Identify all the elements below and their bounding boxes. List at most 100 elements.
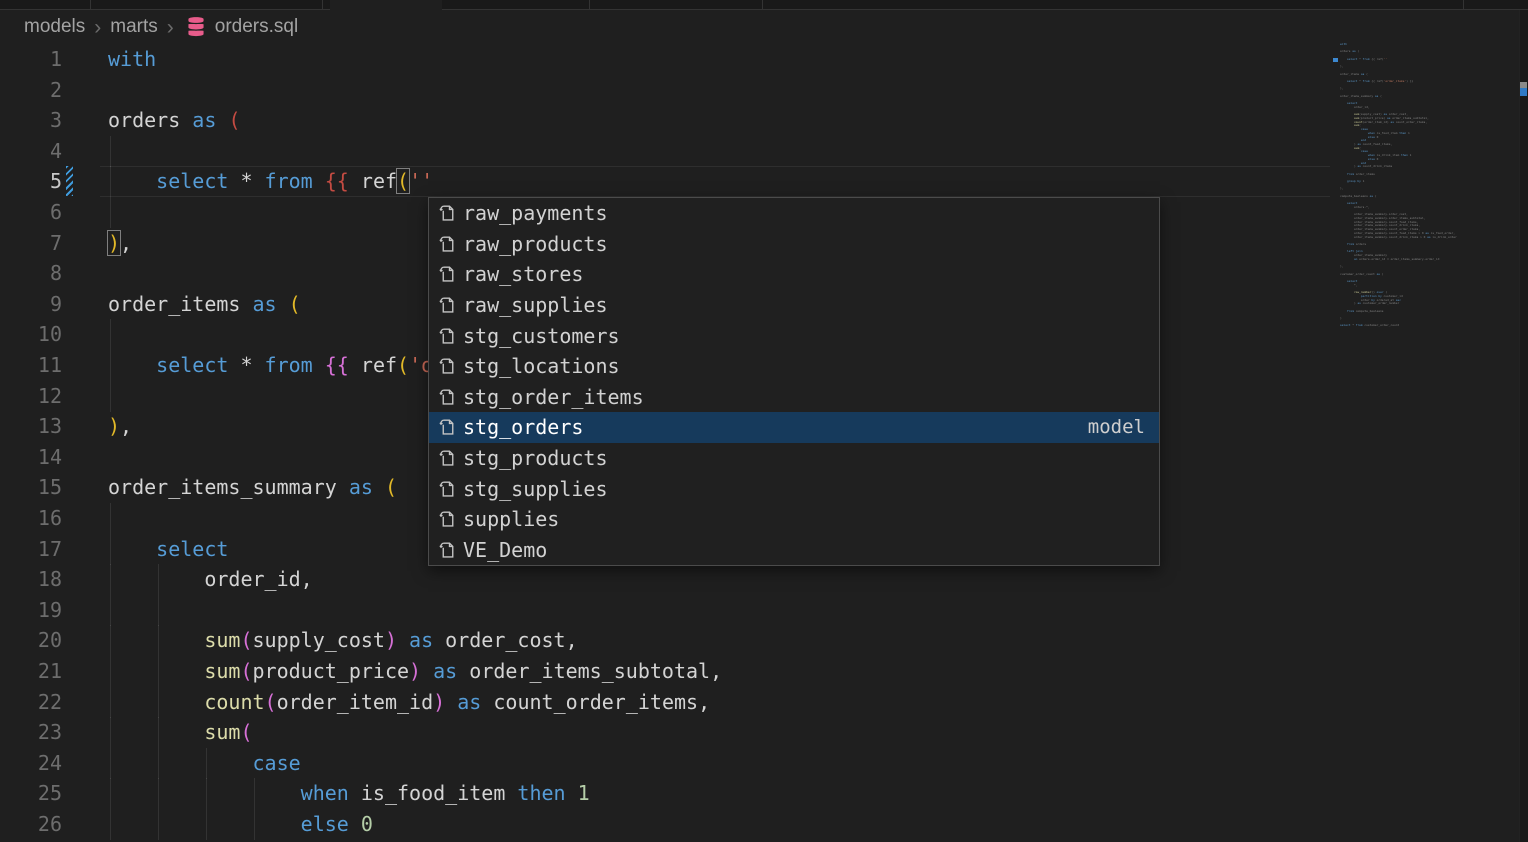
line-number: 10: [0, 319, 62, 350]
line-number: 19: [0, 595, 62, 626]
suggestion-item[interactable]: stg_supplies: [429, 473, 1159, 504]
line-number: 23: [0, 717, 62, 748]
code-line[interactable]: 24 case: [0, 748, 1528, 779]
line-number: 9: [0, 289, 62, 320]
indent-guide: [110, 319, 111, 350]
code-text: order_items as (: [108, 289, 301, 320]
indent-guide: [110, 197, 111, 228]
code-line[interactable]: 1 with: [0, 44, 1528, 75]
overview-ruler[interactable]: [1519, 10, 1528, 842]
code-text: with: [108, 44, 156, 75]
indent-guide: [110, 503, 111, 534]
suggestion-item[interactable]: stg_customers: [429, 320, 1159, 351]
code-text: order_items_summary as (: [108, 472, 397, 503]
indent-guide: [110, 381, 111, 412]
minimap-line: select * from customer_order_count: [1340, 324, 1510, 328]
code-line[interactable]: 3 orders as (: [0, 105, 1528, 136]
suggestion-label: raw_products: [463, 232, 608, 256]
suggestion-item-selected[interactable]: stg_orders model: [429, 412, 1159, 443]
line-number: 17: [0, 534, 62, 565]
code-line[interactable]: 22 count(order_item_id) as count_order_i…: [0, 687, 1528, 718]
code-line[interactable]: 25 when is_food_item then 1: [0, 778, 1528, 809]
suggestion-label: VE_Demo: [463, 538, 547, 562]
line-number: 16: [0, 503, 62, 534]
minimap[interactable]: with orders as ( select * from {{ ref(''…: [1340, 43, 1510, 373]
indent-guide: [158, 595, 159, 626]
code-text: sum(product_price) as order_items_subtot…: [108, 656, 722, 687]
code-text: ),: [108, 228, 132, 259]
line-number: 14: [0, 442, 62, 473]
reference-icon: [437, 203, 463, 223]
code-line[interactable]: 21 sum(product_price) as order_items_sub…: [0, 656, 1528, 687]
reference-icon: [437, 356, 463, 376]
code-text: sum(supply_cost) as order_cost,: [108, 625, 578, 656]
modified-line-gutter-marker: [66, 166, 73, 196]
line-number: 15: [0, 472, 62, 503]
code-text: orders as (: [108, 105, 240, 136]
suggestion-detail: model: [1088, 416, 1159, 438]
code-text: order_id,: [108, 564, 313, 595]
line-number: 13: [0, 411, 62, 442]
suggestion-label: stg_customers: [463, 324, 620, 348]
line-number: 25: [0, 778, 62, 809]
code-line[interactable]: 2: [0, 75, 1528, 106]
suggestion-item[interactable]: raw_stores: [429, 259, 1159, 290]
indent-guide: [110, 595, 111, 626]
reference-icon: [437, 387, 463, 407]
suggestion-item[interactable]: raw_supplies: [429, 290, 1159, 321]
suggestion-item[interactable]: raw_products: [429, 229, 1159, 260]
suggest-widget: raw_payments raw_products raw_stores raw_su…: [428, 197, 1160, 566]
line-number: 5: [0, 166, 62, 197]
vscode-editor-window: models › marts › orders.sql 1with23order…: [0, 0, 1528, 842]
minimap-modified-marker: [1333, 58, 1338, 62]
suggestion-label: raw_stores: [463, 262, 583, 286]
code-text: ),: [108, 411, 132, 442]
reference-icon: [437, 479, 463, 499]
code-text: count(order_item_id) as count_order_item…: [108, 687, 710, 718]
suggestion-label: raw_payments: [463, 201, 608, 225]
suggestion-item[interactable]: stg_order_items: [429, 382, 1159, 413]
reference-icon: [437, 417, 463, 437]
line-number: 1: [0, 44, 62, 75]
suggestion-item[interactable]: VE_Demo: [429, 535, 1159, 566]
reference-icon: [437, 295, 463, 315]
code-text: else 0: [108, 809, 373, 840]
line-number: 2: [0, 75, 62, 106]
suggestion-item[interactable]: supplies: [429, 504, 1159, 535]
reference-icon: [437, 448, 463, 468]
reference-icon: [437, 234, 463, 254]
line-number: 3: [0, 105, 62, 136]
code-line[interactable]: 19: [0, 595, 1528, 626]
line-number: 24: [0, 748, 62, 779]
code-line[interactable]: 20 sum(supply_cost) as order_cost,: [0, 625, 1528, 656]
line-number: 8: [0, 258, 62, 289]
line-number: 20: [0, 625, 62, 656]
current-line-highlight: [100, 166, 1330, 197]
suggestion-item[interactable]: stg_locations: [429, 351, 1159, 382]
suggestion-label: stg_order_items: [463, 385, 644, 409]
suggestion-label: stg_orders: [463, 415, 583, 439]
suggestion-item[interactable]: raw_payments: [429, 198, 1159, 229]
line-number: 22: [0, 687, 62, 718]
suggestion-item[interactable]: stg_products: [429, 443, 1159, 474]
line-number: 18: [0, 564, 62, 595]
line-number: 6: [0, 197, 62, 228]
code-line[interactable]: 18 order_id,: [0, 564, 1528, 595]
code-text: case: [108, 748, 301, 779]
suggestion-label: stg_supplies: [463, 477, 608, 501]
suggestion-label: stg_products: [463, 446, 608, 470]
reference-icon: [437, 540, 463, 560]
code-line[interactable]: 4: [0, 136, 1528, 167]
suggestion-label: supplies: [463, 507, 559, 531]
line-number: 7: [0, 228, 62, 259]
line-number: 21: [0, 656, 62, 687]
reference-icon: [437, 264, 463, 284]
reference-icon: [437, 509, 463, 529]
suggestion-label: stg_locations: [463, 354, 620, 378]
line-number: 11: [0, 350, 62, 381]
indent-guide: [110, 136, 111, 167]
code-line[interactable]: 23 sum(: [0, 717, 1528, 748]
line-number: 12: [0, 381, 62, 412]
code-line[interactable]: 26 else 0: [0, 809, 1528, 840]
suggestion-label: raw_supplies: [463, 293, 608, 317]
